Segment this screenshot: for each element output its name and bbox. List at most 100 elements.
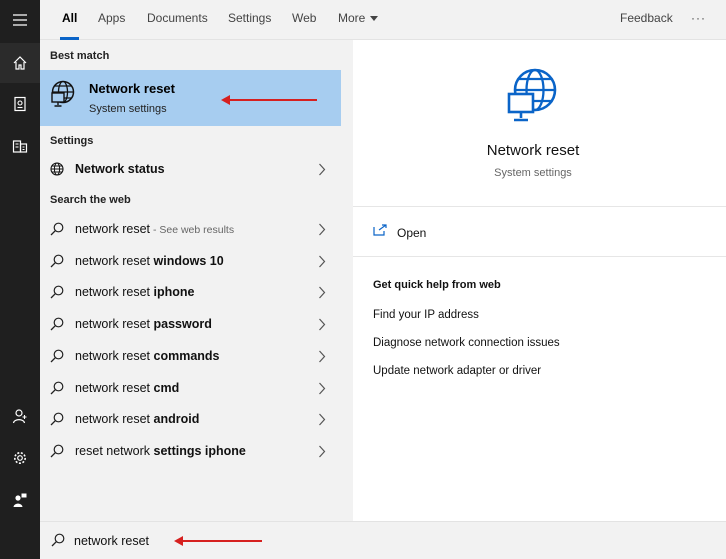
- chevron-right-icon[interactable]: [318, 286, 326, 299]
- search-icon: [50, 349, 64, 363]
- home-icon: [13, 56, 27, 70]
- web-section-label: Search the web: [50, 194, 131, 206]
- chevron-right-icon[interactable]: [318, 318, 326, 331]
- suggestion-completion: cmd: [153, 380, 180, 395]
- user-icon: [12, 409, 27, 424]
- results-panel: Best match Network reset System settings…: [40, 40, 341, 521]
- chevron-right-icon[interactable]: [318, 255, 326, 268]
- suggestion-completion: iphone: [153, 285, 195, 300]
- quick-help-label: Get quick help from web: [373, 279, 501, 291]
- home-button[interactable]: [0, 43, 40, 83]
- suggestion-base: network reset: [75, 317, 154, 332]
- annotation-arrow: [174, 536, 262, 546]
- chevron-down-icon: [370, 16, 379, 21]
- tab-more-label: More: [338, 11, 366, 25]
- office-button[interactable]: [0, 126, 40, 166]
- chevron-right-icon[interactable]: [318, 350, 326, 363]
- web-suggestion-text: reset network settings iphone: [75, 444, 246, 458]
- menu-button[interactable]: [0, 0, 40, 40]
- preview-panel: Network reset System settings Open Get q…: [353, 40, 726, 521]
- feedback-hub-button[interactable]: [0, 480, 40, 520]
- search-icon: [50, 285, 64, 299]
- chevron-right-icon[interactable]: [318, 445, 326, 458]
- search-bar: [40, 521, 726, 559]
- chevron-right-icon[interactable]: [318, 223, 326, 236]
- suggestion-completion: settings iphone: [153, 443, 246, 458]
- search-icon: [50, 381, 64, 394]
- search-icon: [50, 412, 64, 426]
- quick-help-link-update-driver[interactable]: Update network adapter or driver: [373, 365, 541, 377]
- preview-title: Network reset: [486, 142, 580, 159]
- tab-web[interactable]: Web: [292, 0, 316, 40]
- settings-button[interactable]: [0, 438, 40, 478]
- web-suggestion-text: network reset windows 10: [75, 254, 224, 268]
- open-label: Open: [397, 226, 427, 240]
- more-options-button[interactable]: ···: [691, 0, 706, 40]
- best-match-item[interactable]: Network reset System settings: [40, 70, 341, 126]
- web-suggestion-item[interactable]: network reset commands: [40, 341, 341, 371]
- tab-apps[interactable]: Apps: [98, 0, 125, 40]
- chevron-right-icon[interactable]: [318, 382, 326, 395]
- preview-subtitle: System settings: [494, 167, 572, 179]
- globe-monitor-icon: [507, 68, 557, 122]
- chevron-right-icon[interactable]: [318, 163, 326, 176]
- tab-documents[interactable]: Documents: [147, 0, 208, 40]
- web-suggestion-text: network reset commands: [75, 349, 220, 363]
- divider: [353, 256, 726, 257]
- web-suggestion-item[interactable]: network reset cmd: [40, 373, 341, 403]
- suggestion-completion: android: [153, 412, 200, 427]
- search-input[interactable]: [74, 531, 474, 551]
- scope-tabs: All Apps Documents Settings Web More Fee…: [40, 0, 726, 40]
- suggestion-base: network reset: [75, 412, 154, 427]
- web-suggestion-item[interactable]: network reset iphone: [40, 277, 341, 307]
- suggestion-base: network reset: [75, 222, 151, 236]
- divider: [353, 206, 726, 207]
- quick-help-link-diagnose[interactable]: Diagnose network connection issues: [373, 337, 560, 349]
- notebook-icon: [14, 96, 26, 112]
- web-suggestion-item[interactable]: network reset - See web results: [40, 214, 341, 244]
- annotation-arrow: [221, 95, 317, 105]
- suggestion-base: reset network: [75, 443, 154, 458]
- settings-section-label: Settings: [50, 135, 94, 147]
- documents-button[interactable]: [0, 84, 40, 124]
- web-suggestion-text: network reset password: [75, 317, 212, 331]
- hamburger-icon: [13, 14, 27, 26]
- web-suggestion-text: network reset android: [75, 412, 199, 426]
- feedback-link[interactable]: Feedback: [620, 0, 673, 40]
- suggestion-completion: password: [153, 317, 212, 332]
- web-suggestion-text: network reset - See web results: [75, 222, 234, 236]
- best-match-label: Best match: [50, 50, 110, 62]
- settings-item-network-status[interactable]: Network status: [40, 154, 341, 184]
- web-suggestion-text: network reset cmd: [75, 381, 179, 395]
- search-icon: [50, 317, 64, 331]
- web-suggestion-item[interactable]: network reset windows 10: [40, 246, 341, 276]
- suggestion-base: network reset: [75, 285, 154, 300]
- suggestion-base: network reset: [75, 348, 154, 363]
- globe-icon: [50, 162, 64, 176]
- chevron-right-icon[interactable]: [318, 413, 326, 426]
- globe-monitor-icon: [51, 80, 75, 107]
- search-icon: [50, 444, 64, 458]
- search-icon: [51, 533, 65, 547]
- gear-icon: [14, 452, 26, 464]
- left-rail: [0, 0, 40, 559]
- web-suggestion-item[interactable]: network reset password: [40, 309, 341, 339]
- suggestion-hint: - See web results: [150, 224, 235, 236]
- search-icon: [50, 222, 64, 236]
- web-suggestion-text: network reset iphone: [75, 285, 194, 299]
- suggestion-base: network reset: [75, 380, 154, 395]
- best-match-title: Network reset: [89, 81, 175, 96]
- web-suggestion-item[interactable]: network reset android: [40, 404, 341, 434]
- quick-help-link-ip-address[interactable]: Find your IP address: [373, 309, 479, 321]
- tab-settings[interactable]: Settings: [228, 0, 271, 40]
- open-external-icon: [373, 224, 387, 236]
- tab-all[interactable]: All: [59, 0, 80, 40]
- suggestion-completion: commands: [153, 348, 220, 363]
- web-suggestion-item[interactable]: reset network settings iphone: [40, 436, 341, 466]
- feedback-person-icon: [13, 493, 27, 507]
- settings-item-label: Network status: [75, 162, 165, 176]
- best-match-subtitle: System settings: [89, 103, 167, 115]
- account-button[interactable]: [0, 396, 40, 436]
- tab-more[interactable]: More: [338, 0, 379, 40]
- suggestion-completion: windows 10: [153, 253, 224, 268]
